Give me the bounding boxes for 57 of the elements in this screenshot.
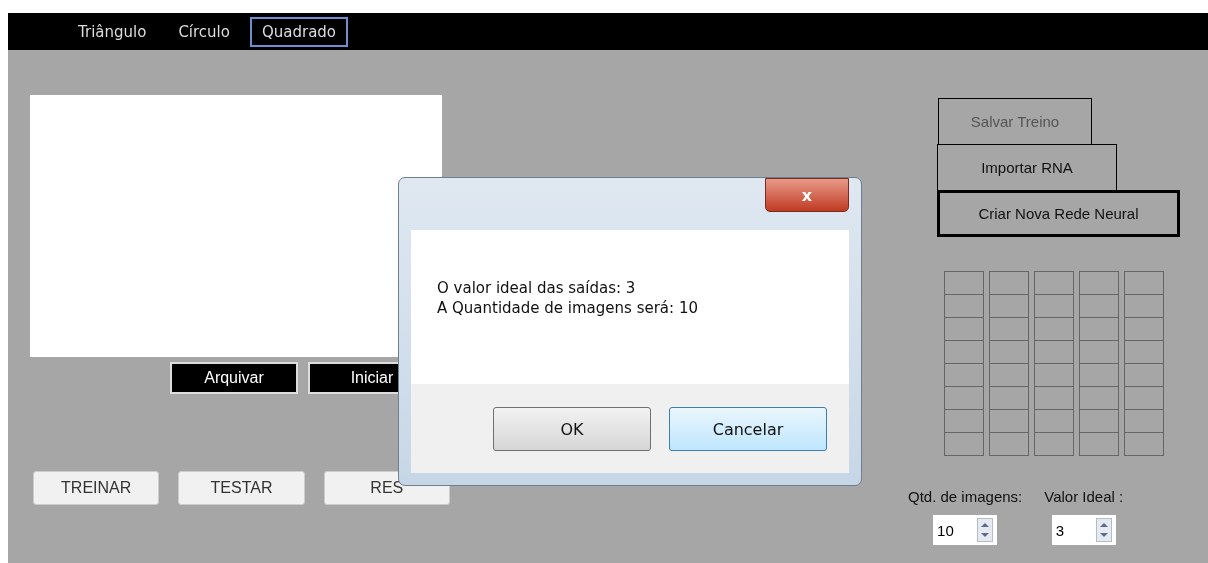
- grid-cell: [1079, 363, 1119, 387]
- side-button[interactable]: Criar Nova Rede Neural: [937, 190, 1180, 237]
- grid-cell: [1079, 340, 1119, 364]
- grid-cell: [1079, 294, 1119, 318]
- grid-cell: [1124, 317, 1164, 341]
- grid-cell: [1079, 317, 1119, 341]
- grid-cell: [989, 386, 1029, 410]
- grid-cell: [944, 340, 984, 364]
- grid-cell: [1124, 271, 1164, 295]
- side-button[interactable]: Importar RNA: [937, 144, 1117, 191]
- grid-cell: [1034, 271, 1074, 295]
- grid-cell: [944, 386, 984, 410]
- grid-cell: [1079, 386, 1119, 410]
- grid-cell: [944, 294, 984, 318]
- action-button[interactable]: TESTAR: [178, 471, 305, 505]
- grid-cell: [944, 271, 984, 295]
- spin-arrows-icon[interactable]: [977, 518, 994, 542]
- grid-cell: [1034, 340, 1074, 364]
- grid-cell: [989, 432, 1029, 456]
- dialog-message: A Quantidade de imagens será: 10: [437, 299, 699, 317]
- close-button[interactable]: x: [765, 178, 849, 212]
- grid-cell: [1079, 432, 1119, 456]
- grid-cell: [1034, 386, 1074, 410]
- grid-cell: [1124, 340, 1164, 364]
- spinner-label: Valor Ideal :: [1044, 488, 1124, 505]
- grid-cell: [944, 363, 984, 387]
- grid-cell: [1034, 363, 1074, 387]
- grid-cell: [944, 317, 984, 341]
- grid-cell: [1034, 317, 1074, 341]
- grid-cell: [1124, 386, 1164, 410]
- grid-cell: [1034, 294, 1074, 318]
- grid-cell: [1079, 271, 1119, 295]
- grid-cell: [1124, 432, 1164, 456]
- grid-cell: [989, 294, 1029, 318]
- grid-cell: [989, 409, 1029, 433]
- grid-cell: [944, 409, 984, 433]
- grid-cell: [989, 340, 1029, 364]
- image-button[interactable]: Arquivar: [170, 362, 298, 394]
- grid-cell: [989, 363, 1029, 387]
- spin-arrows-icon[interactable]: [1095, 518, 1112, 542]
- grid-cell: [1124, 363, 1164, 387]
- grid-cell: [1034, 432, 1074, 456]
- grid-cell: [989, 317, 1029, 341]
- grid-cell: [1034, 409, 1074, 433]
- grid-cell: [1124, 294, 1164, 318]
- grid-cell: [989, 271, 1029, 295]
- tab[interactable]: Quadrado: [249, 16, 349, 47]
- spinner-label: Qtd. de imagens:: [908, 488, 1023, 505]
- grid-cell: [944, 432, 984, 456]
- number-spinner[interactable]: 3: [1051, 515, 1116, 545]
- dialog-message: O valor ideal das saídas: 3: [437, 279, 637, 297]
- action-button[interactable]: TREINAR: [33, 471, 160, 505]
- dialog-button[interactable]: OK: [493, 407, 651, 451]
- grid-cell: [1124, 409, 1164, 433]
- dialog-button[interactable]: Cancelar: [669, 407, 827, 451]
- number-spinner[interactable]: 10: [933, 515, 998, 545]
- grid-cell: [1079, 409, 1119, 433]
